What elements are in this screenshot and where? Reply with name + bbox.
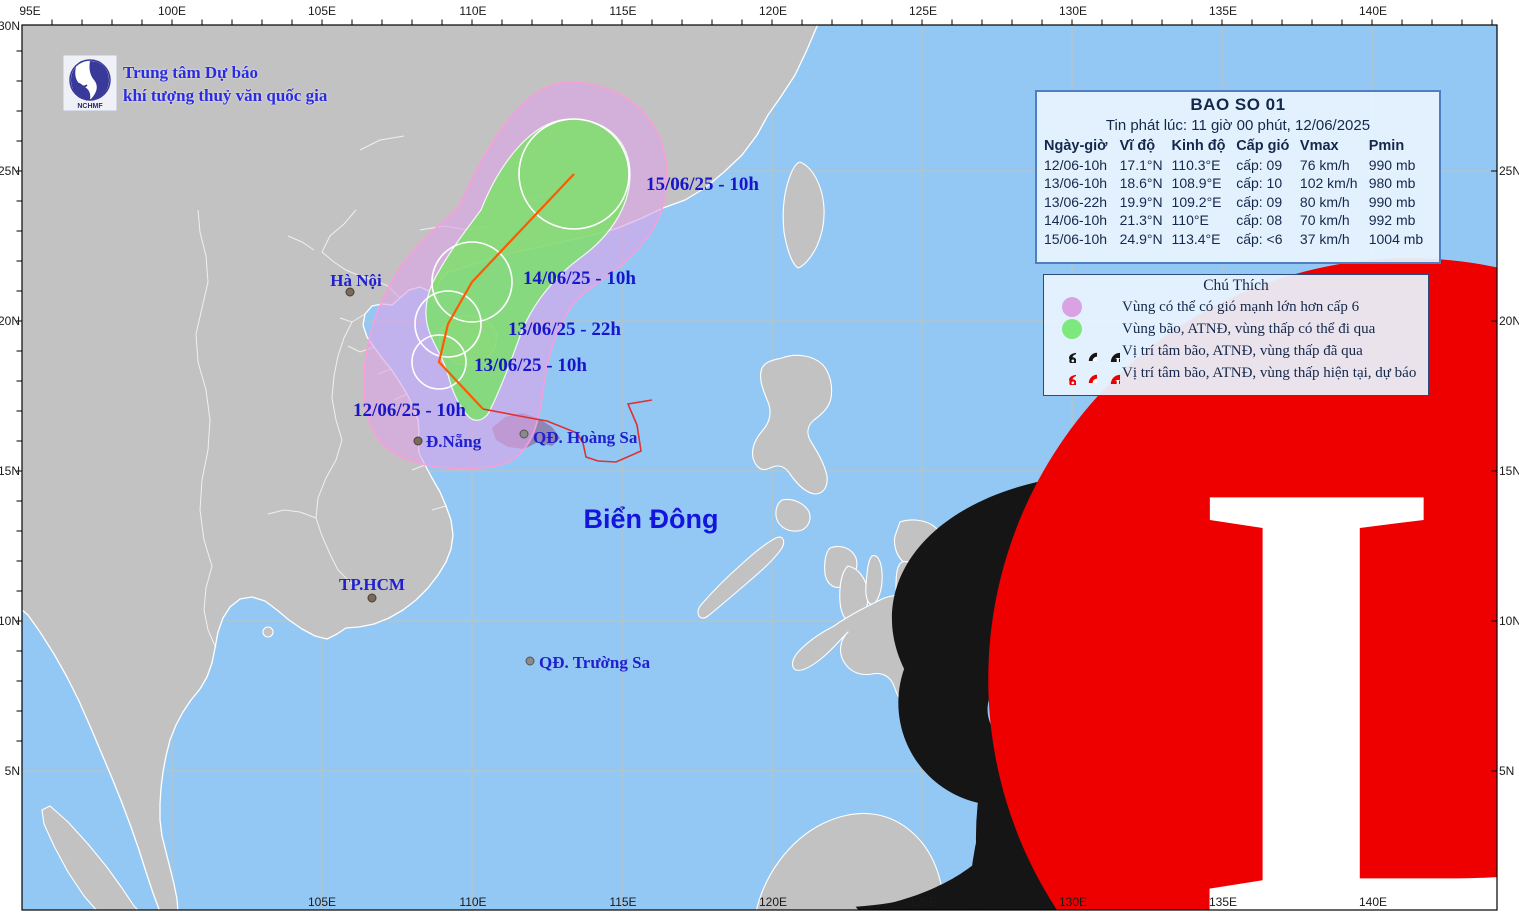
city-label-hanoi: Hà Nội [330, 271, 382, 290]
column-header: Vmax [1299, 138, 1339, 154]
legend-row-past: Vị trí tâm bão, ATNĐ, vùng thấp đã qua [1050, 340, 1422, 363]
low-pressure-icon [1110, 352, 1120, 362]
legend-label: Vị trí tâm bão, ATNĐ, vùng thấp đã qua [1122, 342, 1363, 359]
axis-label: 135E [1209, 895, 1237, 909]
column-header: Pmin [1368, 138, 1405, 154]
axis-label: 135E [1209, 4, 1237, 18]
axis-label: 110E [459, 4, 486, 18]
axis-label: 140E [1359, 4, 1387, 18]
weather-map-screen: L [0, 0, 1519, 919]
green-area-icon [1062, 319, 1082, 339]
legend-title: Chú Thích [1203, 277, 1269, 294]
axis-label: 15N [1499, 464, 1519, 478]
storm-name-title: BAO SO 01 [1190, 95, 1286, 114]
forecast-table: Ngày-giờ Vĩ độ Kinh độ Cấp gió Vmax Pmin 12/0… [1043, 138, 1433, 248]
svg-text:NCHMF: NCHMF [77, 103, 103, 110]
axis-label: 110E [459, 895, 486, 909]
city-label-tphcm: TP.HCM [339, 575, 405, 594]
legend-row-green: Vùng bão, ATNĐ, vùng thấp có thể đi qua [1050, 318, 1422, 340]
axis-label: 95E [19, 4, 40, 18]
axis-label: 120E [759, 895, 787, 909]
table-row: 15/06-10h 24.9°N 113.4°E cấp: <6 37 km/h 1004… [1044, 230, 1424, 247]
island-phu-quoc [262, 626, 274, 638]
axis-label: 115E [609, 4, 636, 18]
tropical-depression-icon [1088, 374, 1097, 383]
table-header-row: Ngày-giờ Vĩ độ Kinh độ Cấp gió Vmax Pmin [1043, 138, 1433, 156]
table-row: 13/06-22h 19.9°N 109.2°E cấp: 09 80 km/h 990 … [1044, 193, 1416, 210]
axis-label: 130E [1059, 895, 1087, 909]
legend-label: Vùng có thể có gió mạnh lớn hơn cấp 6 [1122, 298, 1360, 315]
axis-label: 25N [0, 164, 20, 178]
track-label-13-06-22h: 13/06/25 - 22h [508, 319, 621, 340]
cyclone-icon [1066, 352, 1076, 363]
forecast-table-body: 12/06-10h 17.1°N 110.3°E cấp: 09 76 km/h 990 … [1043, 156, 1433, 248]
storm-bulletin-panel: BAO SO 01 Tin phát lúc: 11 giờ 00 phút, … [1035, 90, 1441, 264]
axis-label: 130E [1059, 4, 1087, 18]
track-label-12-06: 12/06/25 - 10h [353, 400, 466, 421]
legend-label: Vị trí tâm bão, ATNĐ, vùng thấp hiện tại… [1122, 364, 1417, 381]
axis-label: 15N [0, 464, 20, 478]
agency-name-line2: khí tượng thuỷ văn quốc gia [123, 86, 328, 105]
axis-label: 120E [759, 4, 787, 18]
table-row: 12/06-10h 17.1°N 110.3°E cấp: 09 76 km/h 990 … [1044, 157, 1416, 173]
legend-label: Vùng bão, ATNĐ, vùng thấp có thể đi qua [1122, 320, 1376, 337]
table-row: 14/06-10h 21.3°N 110°E cấp: 08 70 km/h 992 mb [1044, 212, 1416, 229]
axis-labels-top: 95E 100E 105E 110E 115E 120E 125E 130E 1… [19, 4, 1387, 18]
sea-label: Biển Đông [584, 504, 719, 534]
column-header: Kinh độ [1171, 138, 1226, 154]
axis-label: 20N [1499, 314, 1519, 328]
axis-label: 100E [158, 4, 186, 18]
column-header: Ngày-giờ [1044, 138, 1108, 154]
cyclone-icon [1066, 374, 1076, 385]
truongsa-dot [525, 656, 535, 666]
label-truong-sa: QĐ. Trường Sa [539, 653, 651, 672]
tphcm-dot [367, 593, 377, 603]
axis-label: 140E [1359, 895, 1387, 909]
axis-label: 125E [909, 4, 937, 18]
legend-panel: Chú Thích Vùng có thể có gió mạnh lớn hơ… [1043, 274, 1429, 396]
axis-label: 125E [909, 895, 937, 909]
city-label-danang: Đ.Nẵng [426, 432, 482, 451]
agency-name-line1: Trung tâm Dự báo [123, 63, 259, 82]
legend-row-current: Vị trí tâm bão, ATNĐ, vùng thấp hiện tại… [1050, 362, 1422, 385]
nchmf-logo: NCHMF [63, 55, 117, 111]
axis-label: 10N [1499, 614, 1519, 628]
legend-row-purple: Vùng có thể có gió mạnh lớn hơn cấp 6 [1050, 296, 1422, 318]
column-header: Cấp gió [1236, 138, 1290, 154]
axis-labels-right: 25N 20N 15N 10N 5N [1499, 164, 1519, 778]
axis-label: 20N [0, 314, 20, 328]
label-hoang-sa: QĐ. Hoàng Sa [533, 428, 638, 447]
hoangsa-dot [519, 429, 529, 439]
column-header: Vĩ độ [1119, 138, 1156, 154]
axis-label: 10N [0, 614, 20, 628]
axis-labels-left: 30N 25N 20N 15N 10N 5N [0, 19, 20, 778]
track-label-13-06-10h: 13/06/25 - 10h [474, 355, 587, 376]
axis-label: 25N [1499, 164, 1519, 178]
track-label-15-06: 15/06/25 - 10h [646, 174, 759, 195]
axis-label: 105E [308, 4, 336, 18]
axis-label: 30N [0, 19, 20, 33]
axis-label: 105E [308, 895, 336, 909]
agency-name: Trung tâm Dự báo khí tượng thuỷ văn quốc… [123, 55, 327, 107]
axis-label: 5N [5, 764, 20, 778]
bulletin-issued-time: Tin phát lúc: 11 giờ 00 phút, 12/06/2025 [1105, 117, 1371, 134]
agency-branding: NCHMF Trung tâm Dự báo khí tượng thuỷ vă… [63, 55, 327, 111]
purple-area-icon [1062, 297, 1082, 317]
tropical-depression-icon [1088, 352, 1097, 361]
axis-label: 5N [1499, 764, 1514, 778]
track-label-14-06: 14/06/25 - 10h [523, 268, 636, 289]
table-row: 13/06-10h 18.6°N 108.9°E cấp: 10 102 km/h 980… [1044, 175, 1416, 192]
low-pressure-icon [1110, 374, 1120, 384]
axis-label: 115E [609, 895, 636, 909]
danang-dot [413, 436, 423, 446]
